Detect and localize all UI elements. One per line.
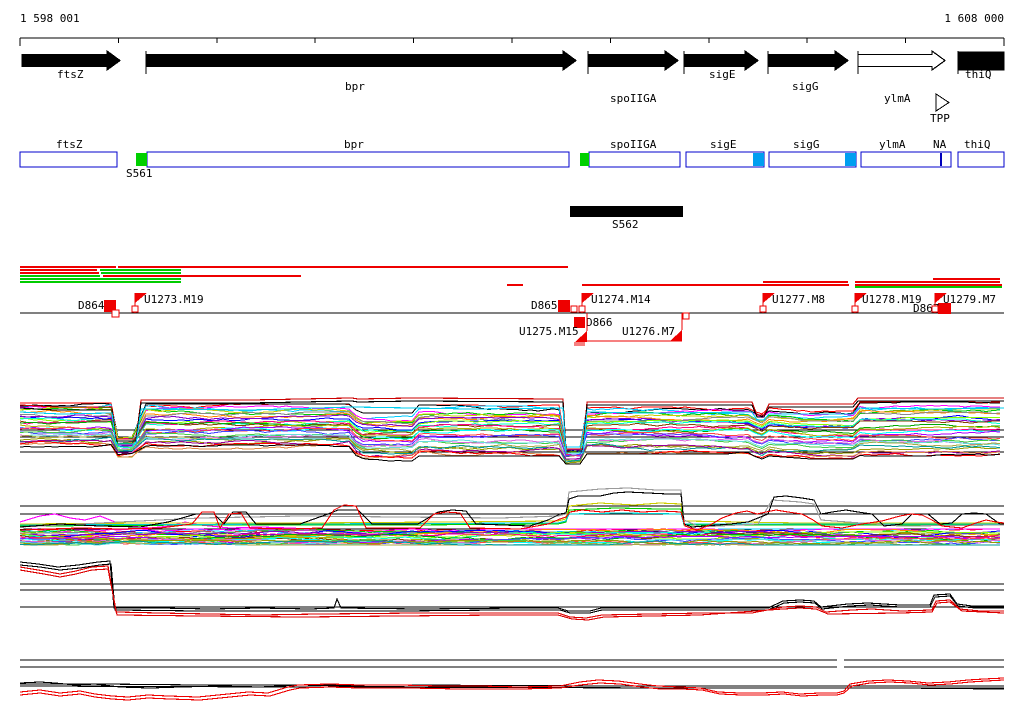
s562-label: S562 — [612, 218, 639, 231]
alignment-track — [20, 266, 1002, 288]
gene-box-label-ftsZ: ftsZ — [56, 138, 83, 151]
green-marker[interactable] — [580, 153, 589, 166]
primer-box-D865[interactable] — [558, 300, 570, 312]
primer-base-square[interactable] — [851, 305, 859, 313]
gene-box-label-ylmA: ylmA — [879, 138, 906, 151]
cyan-marker[interactable] — [845, 153, 856, 166]
gene-box-sigE[interactable] — [685, 151, 765, 168]
primer-label-U1273.M19: U1273.M19 — [144, 293, 204, 306]
gene-arrow-ylmA[interactable] — [857, 49, 947, 72]
primer-label-D864: D864 — [78, 299, 105, 312]
primer-base-square[interactable] — [931, 305, 939, 313]
gene-arrow-bpr[interactable] — [145, 49, 578, 72]
marker-label-S561: S561 — [126, 167, 153, 180]
segment-track: S562 — [570, 206, 683, 231]
primer-base-square[interactable] — [578, 305, 586, 313]
primer-label-D865: D865 — [531, 299, 558, 312]
gene-arrow-label-thiQ: thiQ — [965, 68, 992, 81]
genome-browser-view: 1 598 001 1 608 000 ftsZ bpr spoIIGA sigE si… — [0, 0, 1024, 714]
series-black-1 — [19, 560, 1004, 612]
gene-box-spoIIGA[interactable] — [588, 151, 681, 168]
marker-label-NA: NA — [933, 138, 947, 151]
gene-box-label-thiQ: thiQ — [964, 138, 991, 151]
signal-track-2[interactable] — [19, 487, 1005, 546]
gene-arrow-spoIIGA[interactable] — [587, 49, 680, 72]
gene-arrow-label-ftsZ: ftsZ — [57, 68, 84, 81]
gene-arrow-track: ftsZ bpr spoIIGA sigE sigG ylmA thiQ TPP — [21, 49, 1005, 125]
coordinate-right: 1 608 000 — [944, 12, 1004, 25]
gene-box-ylmA[interactable] — [860, 151, 952, 168]
series-red-2 — [19, 568, 1005, 621]
gene-box-label-bpr: bpr — [344, 138, 364, 151]
gene-arrow-sigG[interactable] — [767, 49, 850, 72]
gene-box-thiQ[interactable] — [957, 151, 1005, 168]
primer-open-square[interactable] — [682, 312, 690, 320]
gene-arrow-label-ylmA: ylmA — [884, 92, 911, 105]
primer-base-square[interactable] — [759, 305, 767, 313]
primer-label-U1274.M14: U1274.M14 — [591, 293, 651, 306]
tpp-triangle-icon[interactable] — [935, 93, 950, 112]
gene-box-bpr[interactable] — [146, 151, 570, 168]
primer-label-U1279.M7: U1279.M7 — [943, 293, 996, 306]
primer-base-square[interactable] — [131, 305, 139, 313]
coordinate-left: 1 598 001 — [20, 12, 80, 25]
signal-track-4[interactable] — [19, 659, 1005, 701]
primer-label-D866: D866 — [586, 316, 613, 329]
tpp-label: TPP — [930, 112, 950, 125]
gene-arrow-label-spoIIGA: spoIIGA — [610, 92, 657, 105]
genome-scene: ftsZ bpr spoIIGA sigE sigG ylmA thiQ TPP ftsZ bpr… — [19, 37, 1005, 701]
ruler — [19, 37, 1005, 46]
cyan-marker[interactable] — [753, 153, 764, 166]
primer-open-square[interactable] — [570, 305, 578, 313]
s562-bar[interactable] — [570, 206, 683, 217]
primer-track: D864 U1273.M19 D865 U1274.M14 D866 U1275.M15 U… — [20, 293, 1004, 346]
signal-track-1[interactable] — [19, 397, 1005, 465]
gene-arrow-label-bpr: bpr — [345, 80, 365, 93]
primer-label-U1277.M8: U1277.M8 — [772, 293, 825, 306]
gene-box-label-spoIIGA: spoIIGA — [610, 138, 657, 151]
signal-track-3[interactable] — [19, 560, 1005, 621]
gene-box-track: ftsZ bpr spoIIGA sigE sigG ylmA thiQ S561 NA — [19, 138, 1005, 180]
primer-label-U1275.M15: U1275.M15 — [519, 325, 579, 338]
series-black-2 — [19, 563, 1004, 614]
divider-marker[interactable] — [940, 153, 942, 166]
green-marker[interactable] — [136, 153, 147, 166]
gene-arrow-label-sigE: sigE — [709, 68, 736, 81]
gene-box-label-sigG: sigG — [793, 138, 820, 151]
gene-box-label-sigE: sigE — [710, 138, 737, 151]
gene-arrow-label-sigG: sigG — [792, 80, 819, 93]
primer-label-U1276.M7: U1276.M7 — [622, 325, 675, 338]
gene-box-ftsZ[interactable] — [19, 151, 118, 168]
gene-box-sigG[interactable] — [768, 151, 857, 168]
primer-open-square[interactable] — [111, 309, 120, 318]
